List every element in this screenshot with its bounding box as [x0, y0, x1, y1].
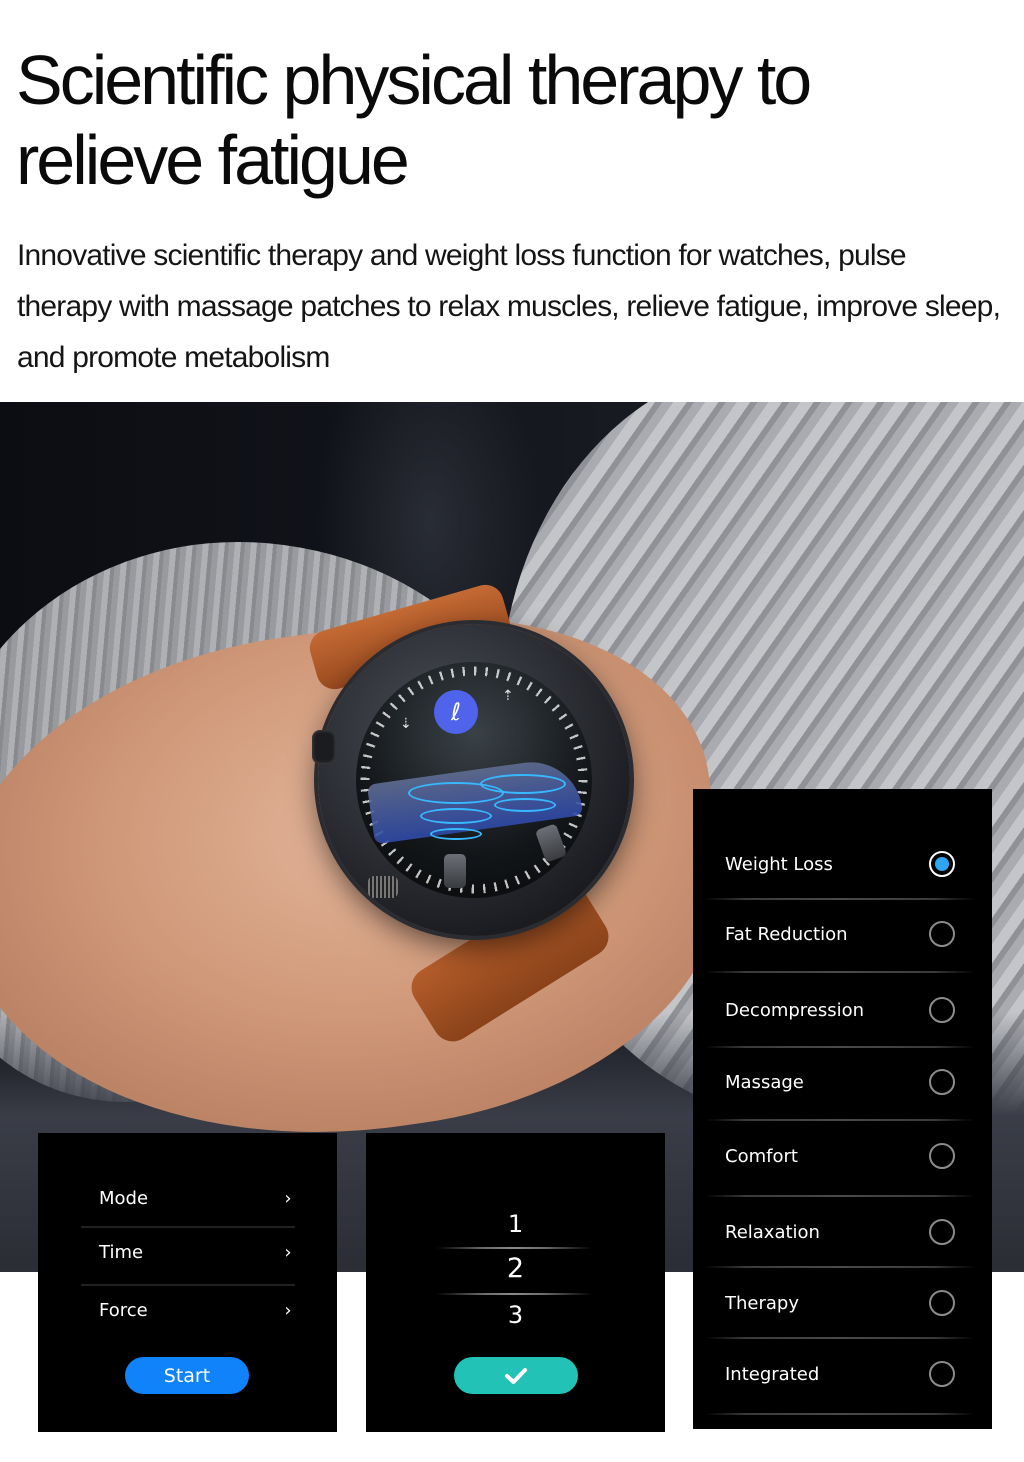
divider	[705, 1266, 975, 1268]
pulse-wave-left-2	[420, 808, 492, 824]
radio-unselected-icon[interactable]	[929, 1361, 955, 1387]
mode-option-fat-reduction[interactable]: Fat Reduction	[705, 921, 975, 947]
mode-option-weight-loss[interactable]: Weight Loss	[705, 851, 975, 877]
chevron-right-icon: ›	[284, 1241, 292, 1263]
mode-option-comfort[interactable]: Comfort	[705, 1143, 975, 1169]
divider	[705, 1195, 975, 1197]
settings-row-time[interactable]: Time ›	[81, 1223, 295, 1281]
mode-option-label: Therapy	[725, 1292, 799, 1314]
mode-option-decompression[interactable]: Decompression	[705, 997, 975, 1023]
chevron-right-icon: ›	[284, 1299, 292, 1321]
radio-unselected-icon[interactable]	[929, 997, 955, 1023]
mode-option-label: Decompression	[725, 999, 865, 1021]
settings-row-mode[interactable]: Mode ›	[81, 1169, 295, 1227]
therapy-mode-list-panel: Weight Loss Fat Reduction Decompression …	[693, 789, 992, 1429]
decrease-intensity-icon: ⇣	[400, 716, 412, 732]
mode-option-label: Integrated	[725, 1363, 820, 1385]
divider	[705, 971, 975, 973]
picker-option[interactable]: 3	[366, 1301, 665, 1329]
watch-screen: ℓ ⇣ ⇡	[356, 662, 592, 898]
picker-divider	[436, 1247, 592, 1249]
mode-option-label: Comfort	[725, 1145, 798, 1167]
radio-unselected-icon[interactable]	[929, 1219, 955, 1245]
mode-option-massage[interactable]: Massage	[705, 1069, 975, 1095]
divider	[705, 1046, 975, 1048]
mode-option-label: Fat Reduction	[725, 923, 848, 945]
divider	[705, 1119, 975, 1121]
settings-row-label: Mode	[99, 1187, 149, 1209]
picker-option-selected[interactable]: 2	[366, 1253, 665, 1284]
mode-option-label: Massage	[725, 1071, 804, 1093]
divider	[705, 1413, 975, 1415]
radio-unselected-icon[interactable]	[929, 921, 955, 947]
mode-option-label: Relaxation	[725, 1221, 820, 1243]
page-title: Scientific physical therapy to relieve f…	[16, 41, 812, 199]
pulse-wave-right-2	[494, 798, 556, 812]
mode-option-therapy[interactable]: Therapy	[705, 1290, 975, 1316]
settings-menu-panel: Mode › Time › Force › Start	[38, 1133, 337, 1432]
picker-divider	[436, 1293, 592, 1295]
radio-unselected-icon[interactable]	[929, 1290, 955, 1316]
start-button[interactable]: Start	[125, 1357, 249, 1394]
page-description: Innovative scientific therapy and weight…	[17, 239, 1001, 374]
mode-option-label: Weight Loss	[725, 853, 833, 875]
radio-unselected-icon[interactable]	[929, 1069, 955, 1095]
divider	[705, 1337, 975, 1339]
massage-pad-left	[444, 854, 466, 888]
increase-intensity-icon: ⇡	[502, 688, 514, 704]
mode-option-integrated[interactable]: Integrated	[705, 1361, 975, 1387]
picker-option[interactable]: 1	[366, 1210, 665, 1238]
radio-unselected-icon[interactable]	[929, 1143, 955, 1169]
check-icon	[505, 1367, 527, 1384]
chevron-right-icon: ›	[284, 1187, 292, 1209]
pulse-wave-right-1	[480, 774, 566, 794]
confirm-button[interactable]	[454, 1357, 578, 1394]
settings-row-force[interactable]: Force ›	[81, 1281, 295, 1339]
radio-selected-icon[interactable]	[929, 851, 955, 877]
divider	[705, 898, 975, 900]
watch-crown-knob	[368, 876, 398, 898]
level-picker-panel: 1 2 3	[366, 1133, 665, 1432]
therapy-mode-icon: ℓ	[434, 690, 478, 734]
mode-option-relaxation[interactable]: Relaxation	[705, 1219, 975, 1245]
watch-crown-button	[312, 730, 336, 764]
settings-row-label: Time	[99, 1241, 144, 1263]
pulse-wave-left-3	[430, 828, 482, 840]
settings-row-label: Force	[99, 1299, 148, 1321]
